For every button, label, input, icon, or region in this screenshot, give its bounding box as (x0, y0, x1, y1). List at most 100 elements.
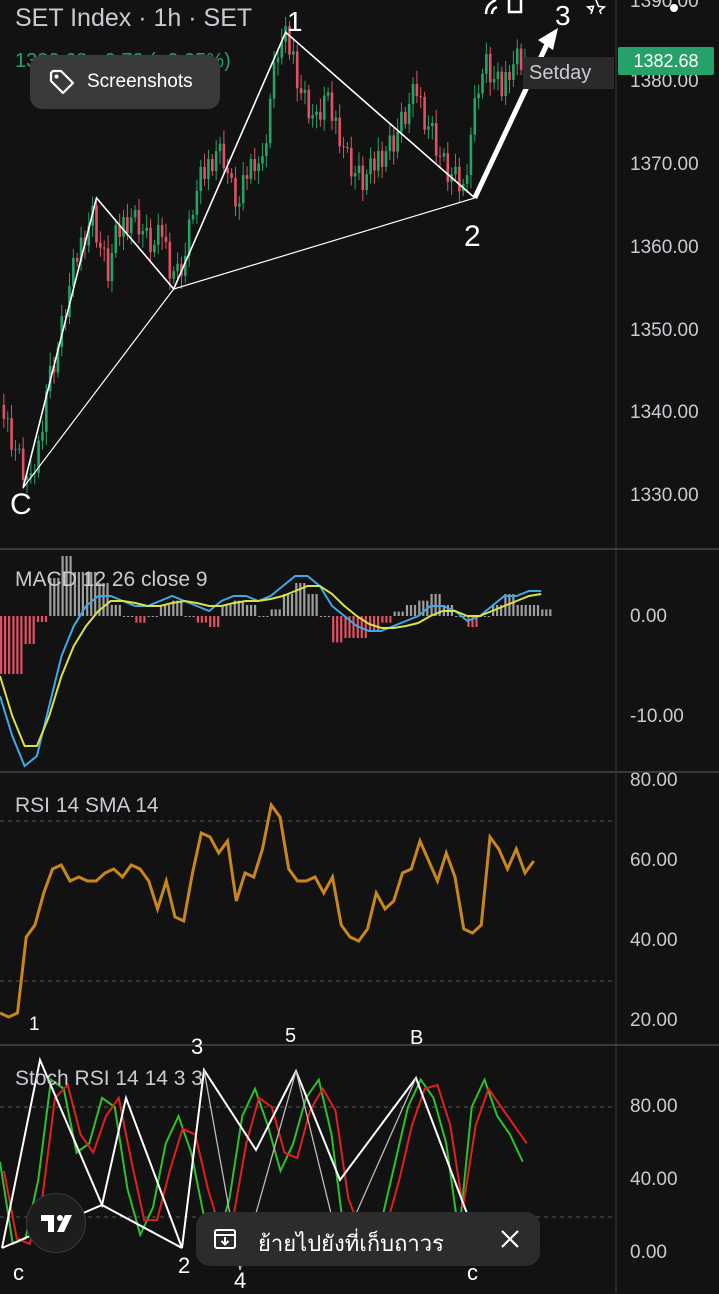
candle-body (18, 448, 21, 450)
stoch-label-b: B (410, 1027, 424, 1049)
candle-body (515, 48, 519, 65)
candle-body (311, 115, 314, 119)
axis-label-rsi-20: 20.00 (630, 1010, 678, 1031)
candle-body (102, 247, 106, 249)
candle-body (145, 227, 148, 232)
macd-hist-bar (532, 605, 536, 616)
candle-body (265, 143, 268, 157)
candle-body (110, 252, 114, 282)
macd-hist-bar (246, 605, 249, 616)
macd-hist-bar (340, 616, 343, 643)
macd-hist-bar (131, 616, 134, 617)
candle-body (133, 209, 137, 218)
stoch-label-4: 4 (234, 1268, 247, 1293)
macd-hist-bar (516, 605, 519, 616)
candle-body (415, 84, 419, 97)
candle-body (400, 111, 403, 132)
macd-hist-bar (344, 616, 347, 638)
tradingview-logo-button[interactable] (26, 1193, 86, 1253)
chart-canvas[interactable] (0, 0, 719, 1293)
candle-body (253, 159, 257, 172)
candle-body (153, 244, 156, 253)
macd-hist-bar (114, 605, 117, 616)
macd-hist-bar (167, 605, 171, 616)
macd-hist-bar (319, 616, 322, 617)
candle-body (326, 92, 330, 96)
macd-hist-bar (307, 594, 310, 616)
macd-hist-bar (217, 616, 220, 627)
macd-hist-bar (405, 605, 409, 616)
archive-toast: ย้ายไปยังที่เก็บถาวร (196, 1212, 540, 1266)
macd-hist-bar (36, 616, 40, 622)
candle-body (207, 159, 210, 179)
stoch-label-3: 3 (191, 1034, 204, 1059)
macd-hist-bar (545, 609, 548, 616)
candle-body (156, 224, 160, 245)
candle-body (481, 73, 484, 94)
candle-body (519, 48, 523, 71)
candle-body (114, 224, 118, 253)
macd-hist-bar (0, 616, 3, 674)
axis-label-macd-10: -10.00 (630, 706, 684, 727)
macd-hist-bar (12, 616, 15, 674)
candle-body (195, 190, 199, 215)
candle-body (176, 263, 179, 272)
candle-body (477, 93, 480, 99)
macd-hist-bar (336, 616, 339, 643)
macd-hist-bar (483, 616, 486, 617)
macd-hist-bar (274, 609, 277, 616)
macd-hist-bar (250, 605, 253, 616)
macd-hist-bar (536, 605, 540, 616)
macd-hist-bar (209, 616, 212, 627)
candle-body (473, 98, 477, 135)
stoch-label-c-left: c (13, 1260, 24, 1285)
candle-body (396, 131, 399, 152)
macd-lines (0, 575, 542, 768)
macd-hist-bar (295, 583, 298, 616)
candle-body (41, 431, 44, 441)
macd-hist-bar (147, 616, 150, 617)
candle-body (149, 227, 152, 253)
macd-hist-bar (110, 605, 113, 616)
setday-button[interactable]: Setday (523, 57, 614, 89)
macd-hist-bar (258, 616, 261, 617)
candle-body (14, 449, 17, 451)
macd-line (0, 575, 542, 768)
macd-hist-bar (393, 611, 396, 616)
macd-hist-bar (28, 616, 31, 644)
candle-body (384, 151, 388, 167)
screenshots-chip[interactable]: Screenshots (30, 55, 220, 109)
candle-body (361, 165, 365, 191)
candle-body (75, 257, 79, 262)
candle-body (392, 135, 396, 152)
candle-body (330, 92, 334, 121)
axis-label-1350: 1350.00 (630, 320, 699, 341)
candle-body (214, 151, 218, 172)
wave-label-c: C (10, 488, 32, 521)
wave-triangle-edge (285, 31, 476, 199)
macd-hist-bar (541, 609, 544, 616)
close-icon[interactable] (499, 1228, 521, 1250)
candle-body (434, 122, 438, 156)
star-icon[interactable] (582, 0, 610, 14)
macd-hist-bar (40, 616, 44, 622)
candle-body (454, 166, 457, 175)
cast-icon[interactable] (481, 0, 527, 16)
candle-body (292, 51, 295, 55)
axis-label-macd-0: 0.00 (630, 606, 667, 627)
candle-body (222, 143, 226, 169)
macd-hist-bar (20, 616, 23, 674)
tag-icon (49, 69, 75, 95)
candle-body (238, 203, 241, 207)
macd-hist-bar (381, 616, 384, 623)
candle-body (465, 175, 469, 184)
macd-hist-bar (135, 616, 138, 623)
axis-label-1360: 1360.00 (630, 237, 699, 258)
screenshots-chip-label: Screenshots (87, 71, 193, 92)
macd-hist-bar (155, 616, 158, 617)
axis-label-stoch-80: 80.00 (630, 1096, 678, 1117)
candle-body (353, 173, 357, 177)
candle-body (199, 166, 203, 191)
macd-hist-bar (196, 616, 199, 623)
candle-body (261, 156, 264, 164)
